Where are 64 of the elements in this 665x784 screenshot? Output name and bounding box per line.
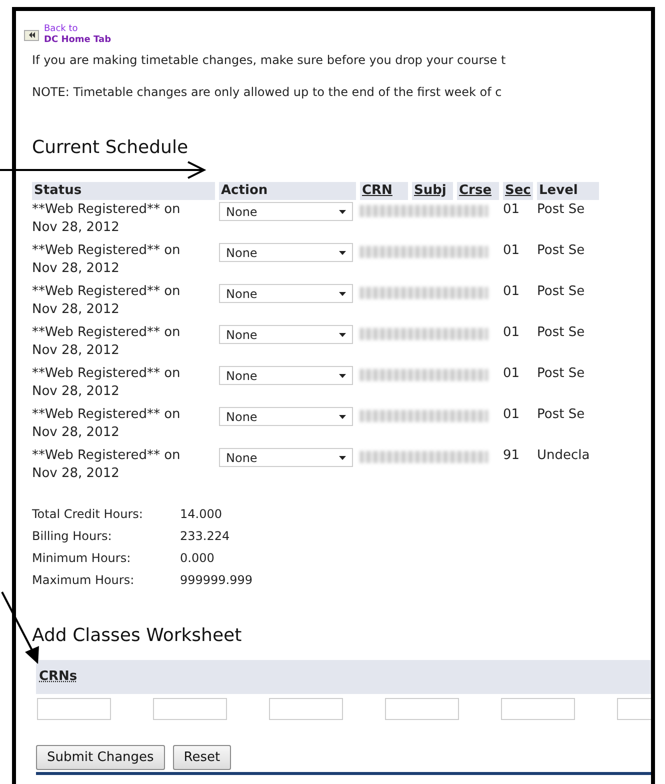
crn-input-field[interactable] xyxy=(37,698,111,720)
status-cell-text: **Web Registered** on Nov 28, 2012 xyxy=(32,242,182,278)
notice-text: If you are making timetable changes, make sure before you drop your course t xyxy=(32,52,507,69)
status-cell-text: **Web Registered** on Nov 28, 2012 xyxy=(32,324,182,360)
status-cell-text: **Web Registered** on Nov 28, 2012 xyxy=(32,365,182,401)
caret-icon xyxy=(339,332,346,336)
action-dropdown[interactable]: None xyxy=(219,284,353,303)
level-cell-text: Post Se xyxy=(537,201,586,219)
caret-icon xyxy=(339,374,346,378)
level-cell-text: Post Se xyxy=(537,406,586,424)
column-header: Action xyxy=(219,182,356,200)
level-cell-text: Post Se xyxy=(537,283,586,301)
status-cell-text: **Web Registered** on Nov 28, 2012 xyxy=(32,447,182,483)
level-cell-text: Post Se xyxy=(537,324,586,342)
column-header: CRNs xyxy=(39,669,78,684)
form-button[interactable]: Submit Changes xyxy=(36,745,165,770)
action-dropdown[interactable]: None xyxy=(219,448,353,467)
total-value: 0.000 xyxy=(180,550,216,567)
form-button[interactable]: Reset xyxy=(172,745,232,770)
caret-icon xyxy=(339,292,346,296)
action-dropdown[interactable]: None xyxy=(219,407,353,426)
notice-text: NOTE: Timetable changes are only allowed up to the end of the first week of c xyxy=(32,84,503,101)
crn-input-field[interactable] xyxy=(385,698,459,720)
section-cell-text: 01 xyxy=(503,201,521,219)
column-header: Level xyxy=(537,182,599,200)
section-cell-text: 01 xyxy=(503,365,521,383)
section-title: Add Classes Worksheet xyxy=(32,625,243,646)
column-header: Status xyxy=(32,182,215,200)
total-label: Billing Hours: xyxy=(32,528,113,545)
section-title: Current Schedule xyxy=(32,137,190,158)
total-label: Total Credit Hours: xyxy=(32,506,144,523)
caret-icon xyxy=(339,456,346,460)
caret-icon xyxy=(339,414,346,418)
crn-input-field[interactable] xyxy=(501,698,575,720)
status-cell-text: **Web Registered** on Nov 28, 2012 xyxy=(32,201,182,237)
total-value: 233.224 xyxy=(180,528,231,545)
total-value: 14.000 xyxy=(180,506,223,523)
status-cell-text: **Web Registered** on Nov 28, 2012 xyxy=(32,406,182,442)
level-cell-text: Undecla xyxy=(537,447,591,465)
caret-icon xyxy=(339,210,346,214)
section-cell-text: 91 xyxy=(503,447,521,465)
total-value: 999999.999 xyxy=(180,572,254,589)
section-cell-text: 01 xyxy=(503,283,521,301)
column-header: CRN xyxy=(360,182,408,200)
crn-input-field[interactable] xyxy=(269,698,343,720)
column-header: Crse xyxy=(457,182,499,200)
caret-icon xyxy=(339,250,346,254)
back-icon[interactable] xyxy=(24,30,39,40)
column-header: Sec xyxy=(503,182,533,200)
section-cell-text: 01 xyxy=(503,406,521,424)
action-dropdown[interactable]: None xyxy=(219,325,353,344)
action-dropdown[interactable]: None xyxy=(219,202,353,221)
crn-input-field[interactable] xyxy=(153,698,227,720)
back-link[interactable]: Back to DC Home Tab xyxy=(44,24,112,46)
total-label: Maximum Hours: xyxy=(32,572,136,589)
level-cell-text: Post Se xyxy=(537,242,586,260)
status-cell-text: **Web Registered** on Nov 28, 2012 xyxy=(32,283,182,319)
section-cell-text: 01 xyxy=(503,324,521,342)
action-dropdown[interactable]: None xyxy=(219,366,353,385)
column-header: Subj xyxy=(412,182,453,200)
level-cell-text: Post Se xyxy=(537,365,586,383)
total-label: Minimum Hours: xyxy=(32,550,132,567)
action-dropdown[interactable]: None xyxy=(219,243,353,262)
section-cell-text: 01 xyxy=(503,242,521,260)
